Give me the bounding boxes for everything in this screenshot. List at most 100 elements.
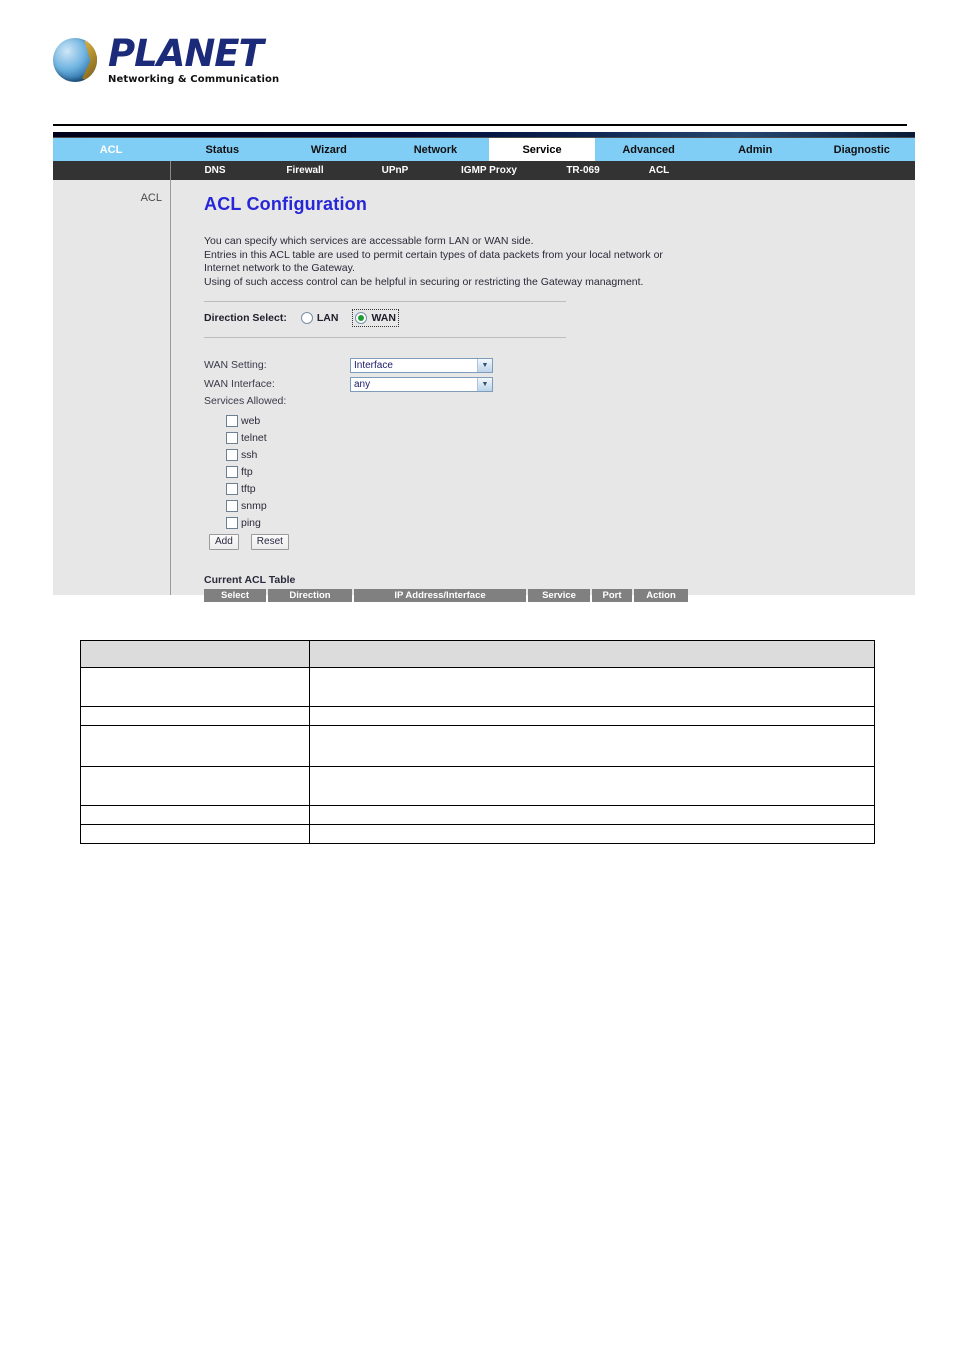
nav-tab-wizard[interactable]: Wizard bbox=[276, 138, 383, 161]
wan-setting-row: WAN Setting: Interface ▼ bbox=[204, 356, 915, 374]
wan-setting-value: Interface bbox=[354, 359, 393, 371]
chevron-down-icon[interactable]: ▼ bbox=[477, 377, 492, 391]
sub-nav-spacer bbox=[53, 161, 170, 180]
table-row bbox=[80, 766, 875, 806]
direction-option-lan[interactable]: LAN bbox=[300, 312, 339, 324]
left-sidebar: ACL bbox=[53, 180, 171, 595]
page-body: ACL ACL Configuration You can specify wh… bbox=[53, 180, 915, 602]
service-label-ping: ping bbox=[241, 516, 261, 529]
nav-tab-diagnostic[interactable]: Diagnostic bbox=[808, 138, 915, 161]
direction-option-wan[interactable]: WAN bbox=[352, 309, 399, 327]
service-checkbox-ping[interactable]: ping bbox=[226, 514, 915, 531]
acl-col-action: Action bbox=[634, 589, 688, 602]
description-cell-label bbox=[80, 706, 310, 726]
service-checkbox-ssh[interactable]: ssh bbox=[226, 446, 915, 463]
intro-line-3: Internet network to the Gateway. bbox=[204, 262, 355, 274]
form-buttons: Add Reset bbox=[209, 534, 915, 550]
description-table-header-row bbox=[80, 640, 875, 668]
nav-breadcrumb-acl: ACL bbox=[99, 143, 123, 156]
direction-select-label: Direction Select: bbox=[204, 312, 287, 324]
radio-lan-icon[interactable] bbox=[300, 312, 313, 324]
planet-logo-text: PLANET Networking & Communication bbox=[108, 35, 279, 85]
checkbox-icon[interactable] bbox=[226, 431, 238, 444]
radio-wan-icon[interactable] bbox=[355, 312, 368, 324]
acl-col-ip-address-interface: IP Address/Interface bbox=[354, 589, 526, 602]
description-cell-label bbox=[80, 766, 310, 806]
service-checkbox-telnet[interactable]: telnet bbox=[226, 429, 915, 446]
nav-tab-service[interactable]: Service bbox=[488, 138, 596, 161]
direction-wan-label: WAN bbox=[371, 312, 396, 324]
description-cell-label bbox=[80, 805, 310, 825]
subnav-acl[interactable]: ACL bbox=[627, 161, 691, 180]
checkbox-icon[interactable] bbox=[226, 448, 238, 461]
wan-interface-label: WAN Interface: bbox=[204, 378, 275, 390]
wan-settings-form: WAN Setting: Interface ▼ WAN Interface: … bbox=[204, 356, 915, 550]
chevron-down-icon[interactable]: ▼ bbox=[477, 358, 492, 372]
brand-name: PLANET bbox=[108, 32, 264, 75]
brand-tagline: Networking & Communication bbox=[108, 74, 280, 85]
sidebar-item-acl[interactable]: ACL bbox=[141, 192, 162, 204]
acl-col-direction: Direction bbox=[268, 589, 352, 602]
wan-interface-row: WAN Interface: any ▼ bbox=[204, 375, 915, 393]
description-cell-value bbox=[309, 824, 875, 844]
service-checkbox-snmp[interactable]: snmp bbox=[226, 497, 915, 514]
nav-tab-network[interactable]: Network bbox=[382, 138, 489, 161]
table-row bbox=[80, 805, 875, 825]
service-label-ftp: ftp bbox=[241, 465, 253, 478]
main-content: ACL Configuration You can specify which … bbox=[171, 180, 915, 602]
divider-above-direction bbox=[204, 301, 566, 302]
subnav-firewall[interactable]: Firewall bbox=[259, 161, 351, 180]
sub-navigation[interactable]: DNS Firewall UPnP IGMP Proxy TR-069 ACL bbox=[53, 161, 915, 180]
subnav-igmp-proxy[interactable]: IGMP Proxy bbox=[439, 161, 539, 180]
direction-select-row: Direction Select: LAN WAN bbox=[204, 309, 915, 327]
description-header-cell-1 bbox=[80, 640, 310, 668]
table-row bbox=[80, 706, 875, 726]
checkbox-icon[interactable] bbox=[226, 516, 238, 529]
nav-tab-advanced[interactable]: Advanced bbox=[595, 138, 702, 161]
header-divider bbox=[53, 124, 907, 126]
device-ui-screenshot: ACL Status Wizard Network Service Advanc… bbox=[53, 132, 915, 602]
intro-line-4: Using of such access control can be help… bbox=[204, 275, 644, 288]
checkbox-icon[interactable] bbox=[226, 499, 238, 512]
wan-interface-value: any bbox=[354, 378, 371, 390]
description-header-cell-2 bbox=[309, 640, 875, 668]
planet-logo: PLANET Networking & Communication bbox=[53, 35, 279, 85]
description-cell-label bbox=[80, 824, 310, 844]
subnav-dns[interactable]: DNS bbox=[171, 161, 259, 180]
description-table bbox=[80, 640, 875, 844]
planet-globe-icon bbox=[53, 38, 97, 82]
description-table-body bbox=[80, 640, 875, 844]
service-checkbox-tftp[interactable]: tftp bbox=[226, 480, 915, 497]
table-row bbox=[80, 824, 875, 844]
sub-nav-tail bbox=[691, 161, 915, 180]
reset-button[interactable]: Reset bbox=[250, 534, 289, 550]
description-cell-value bbox=[309, 725, 875, 767]
direction-lan-label: LAN bbox=[316, 312, 339, 324]
wan-interface-select[interactable]: any ▼ bbox=[350, 376, 493, 392]
checkbox-icon[interactable] bbox=[226, 482, 238, 495]
subnav-upnp[interactable]: UPnP bbox=[351, 161, 439, 180]
current-acl-table-title: Current ACL Table bbox=[204, 574, 296, 586]
description-cell-value bbox=[309, 706, 875, 726]
service-label-ssh: ssh bbox=[241, 448, 258, 461]
acl-col-service: Service bbox=[528, 589, 590, 602]
table-row bbox=[80, 725, 875, 767]
checkbox-icon[interactable] bbox=[226, 465, 238, 478]
nav-tab-status[interactable]: Status bbox=[169, 138, 276, 161]
current-acl-table-header: Select Direction IP Address/Interface Se… bbox=[204, 589, 915, 602]
intro-line-2: Entries in this ACL table are used to pe… bbox=[204, 248, 663, 261]
description-cell-value bbox=[309, 805, 875, 825]
subnav-tr069[interactable]: TR-069 bbox=[539, 161, 627, 180]
service-label-snmp: snmp bbox=[241, 499, 267, 512]
main-navigation[interactable]: ACL Status Wizard Network Service Advanc… bbox=[53, 137, 915, 161]
wan-setting-select[interactable]: Interface ▼ bbox=[350, 357, 493, 373]
nav-tab-admin[interactable]: Admin bbox=[702, 138, 809, 161]
add-button[interactable]: Add bbox=[209, 534, 239, 550]
intro-text: You can specify which services are acces… bbox=[204, 235, 915, 289]
service-label-tftp: tftp bbox=[241, 482, 256, 495]
services-checkbox-list: web telnet ssh ftp tftp snmp ping bbox=[226, 412, 915, 531]
service-checkbox-web[interactable]: web bbox=[226, 412, 915, 429]
checkbox-icon[interactable] bbox=[226, 414, 238, 427]
service-checkbox-ftp[interactable]: ftp bbox=[226, 463, 915, 480]
page-title: ACL Configuration bbox=[204, 194, 368, 214]
